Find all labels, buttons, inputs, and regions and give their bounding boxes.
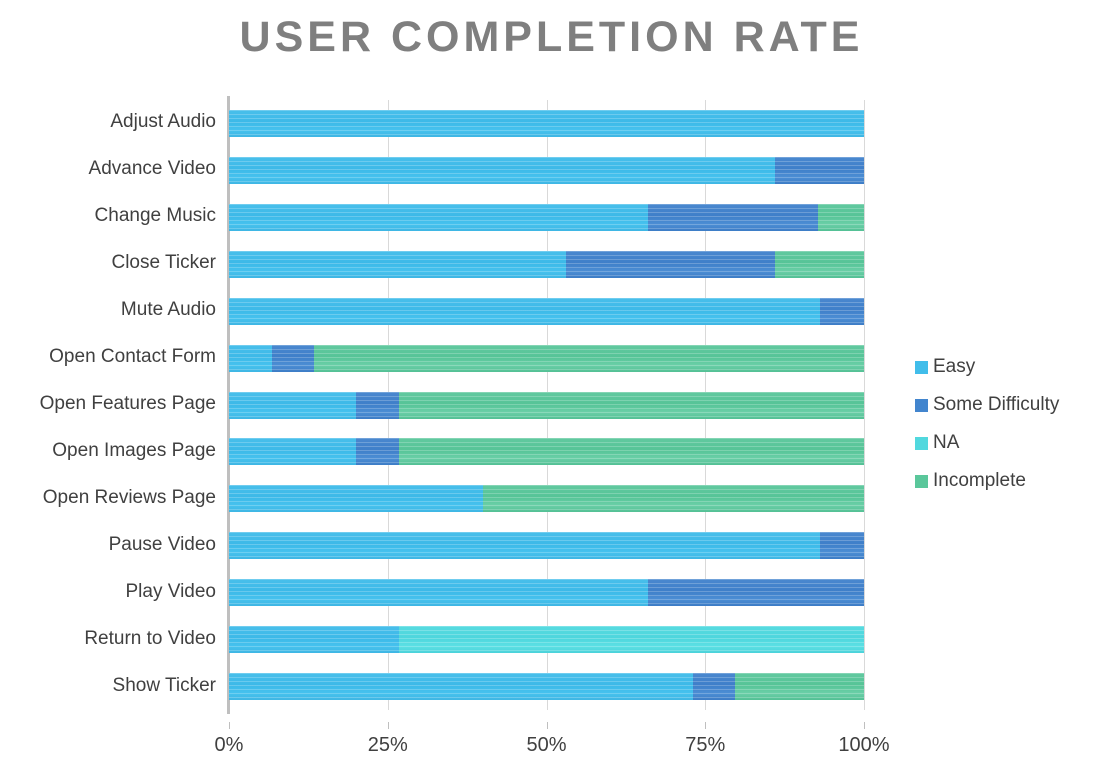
bar-row[interactable] bbox=[229, 485, 864, 513]
bar-segment-some-difficulty[interactable] bbox=[271, 344, 315, 372]
bar-row[interactable] bbox=[229, 438, 864, 466]
bar-segment-incomplete[interactable] bbox=[314, 344, 864, 372]
chart-legend: Easy Some Difficulty NA Incomplete bbox=[915, 348, 1103, 500]
x-axis-tick-labels: 0% 25% 50% 75% 100% bbox=[215, 722, 890, 756]
bar-segment-easy[interactable] bbox=[229, 626, 399, 654]
bar-segment-incomplete[interactable] bbox=[398, 391, 864, 419]
bar-row[interactable] bbox=[229, 203, 864, 231]
legend-label: Easy bbox=[933, 356, 976, 377]
bar-row[interactable] bbox=[229, 156, 864, 184]
bar-segment-easy[interactable] bbox=[229, 438, 356, 466]
bar-segment-some-difficulty[interactable] bbox=[775, 156, 864, 184]
y-axis-label-advance-video: Advance Video bbox=[88, 158, 216, 180]
y-axis-label-adjust-audio: Adjust Audio bbox=[110, 111, 216, 133]
bar-segment-easy[interactable] bbox=[229, 203, 649, 231]
plot-area bbox=[227, 96, 865, 714]
bar-segment-easy[interactable] bbox=[229, 250, 566, 278]
legend-item-easy[interactable]: Easy bbox=[915, 348, 1103, 386]
y-axis-label-change-music: Change Music bbox=[94, 205, 216, 227]
legend-label: NA bbox=[933, 432, 960, 453]
y-axis-label-play-video: Play Video bbox=[125, 580, 217, 602]
legend-swatch-icon bbox=[915, 436, 928, 450]
bar-segment-incomplete[interactable] bbox=[817, 203, 864, 231]
bar-segment-easy[interactable] bbox=[229, 485, 483, 513]
bar-segment-some-difficulty[interactable] bbox=[565, 250, 776, 278]
bar-row[interactable] bbox=[229, 250, 864, 278]
bar-segment-easy[interactable] bbox=[229, 673, 693, 701]
bar-segment-incomplete[interactable] bbox=[483, 485, 864, 513]
bar-segment-some-difficulty[interactable] bbox=[819, 297, 864, 325]
x-axis-tick bbox=[387, 722, 389, 729]
bar-rows bbox=[229, 100, 864, 710]
x-axis-tick bbox=[864, 722, 865, 729]
x-axis-label-100pct: 100% bbox=[838, 734, 890, 756]
bar-row[interactable] bbox=[229, 344, 864, 372]
bar-segment-some-difficulty[interactable] bbox=[819, 532, 864, 560]
legend-label: Incomplete bbox=[933, 470, 1026, 491]
bar-row[interactable] bbox=[229, 626, 864, 654]
bar-segment-some-difficulty[interactable] bbox=[648, 203, 818, 231]
y-axis-label-open-contact-form: Open Contact Form bbox=[49, 346, 216, 368]
bar-segment-incomplete[interactable] bbox=[775, 250, 864, 278]
bar-segment-easy[interactable] bbox=[229, 109, 864, 137]
x-axis-tick bbox=[229, 722, 230, 729]
legend-label: Some Difficulty bbox=[933, 394, 1060, 415]
y-axis-label-return-to-video: Return to Video bbox=[84, 627, 216, 649]
chart-title: USER COMPLETION RATE bbox=[239, 13, 864, 61]
bar-segment-incomplete[interactable] bbox=[398, 438, 864, 466]
bar-row[interactable] bbox=[229, 673, 864, 701]
legend-swatch-icon bbox=[915, 398, 928, 412]
bar-segment-easy[interactable] bbox=[229, 297, 820, 325]
bar-segment-incomplete[interactable] bbox=[735, 673, 864, 701]
bar-segment-some-difficulty[interactable] bbox=[648, 579, 864, 607]
bar-segment-easy[interactable] bbox=[229, 579, 649, 607]
bar-segment-easy[interactable] bbox=[229, 391, 356, 419]
bar-segment-easy[interactable] bbox=[229, 344, 272, 372]
y-axis-label-open-features-page: Open Features Page bbox=[39, 393, 216, 414]
x-axis-tick bbox=[546, 722, 548, 729]
legend-item-some-difficulty[interactable]: Some Difficulty bbox=[915, 386, 1103, 424]
legend-item-incomplete[interactable]: Incomplete bbox=[915, 462, 1103, 500]
legend-item-na[interactable]: NA bbox=[915, 424, 1103, 462]
x-axis-label-50pct: 50% bbox=[526, 734, 567, 756]
y-axis-category-labels: Adjust Audio Advance Video Change Music Clo… bbox=[0, 100, 216, 710]
x-axis-label-75pct: 75% bbox=[685, 734, 726, 756]
y-axis-label-close-ticker: Close Ticker bbox=[111, 252, 216, 274]
bar-segment-some-difficulty[interactable] bbox=[692, 673, 736, 701]
chart-container: USER COMPLETION RATE Adjust Audio Advance… bbox=[0, 0, 1103, 768]
bar-row[interactable] bbox=[229, 391, 864, 419]
bar-segment-some-difficulty[interactable] bbox=[356, 438, 399, 466]
bar-segment-easy[interactable] bbox=[229, 532, 820, 560]
y-axis-label-mute-audio: Mute Audio bbox=[120, 299, 216, 321]
x-axis-tick bbox=[705, 722, 707, 729]
y-axis-label-open-reviews-page: Open Reviews Page bbox=[42, 486, 216, 508]
bar-row[interactable] bbox=[229, 297, 864, 325]
bar-row[interactable] bbox=[229, 532, 864, 560]
bar-segment-some-difficulty[interactable] bbox=[356, 391, 399, 419]
bar-segment-easy[interactable] bbox=[229, 156, 776, 184]
bar-segment-na[interactable] bbox=[398, 626, 864, 654]
y-axis-label-show-ticker: Show Ticker bbox=[112, 674, 216, 696]
bar-row[interactable] bbox=[229, 579, 864, 607]
gridline bbox=[864, 100, 865, 710]
y-axis-label-open-images-page: Open Images Page bbox=[52, 439, 216, 461]
y-axis-label-pause-video: Pause Video bbox=[108, 533, 216, 555]
bar-row[interactable] bbox=[229, 109, 864, 137]
x-axis-label-0pct: 0% bbox=[214, 734, 244, 756]
x-axis-label-25pct: 25% bbox=[367, 734, 408, 756]
legend-swatch-icon bbox=[915, 474, 928, 488]
legend-swatch-icon bbox=[915, 360, 928, 374]
